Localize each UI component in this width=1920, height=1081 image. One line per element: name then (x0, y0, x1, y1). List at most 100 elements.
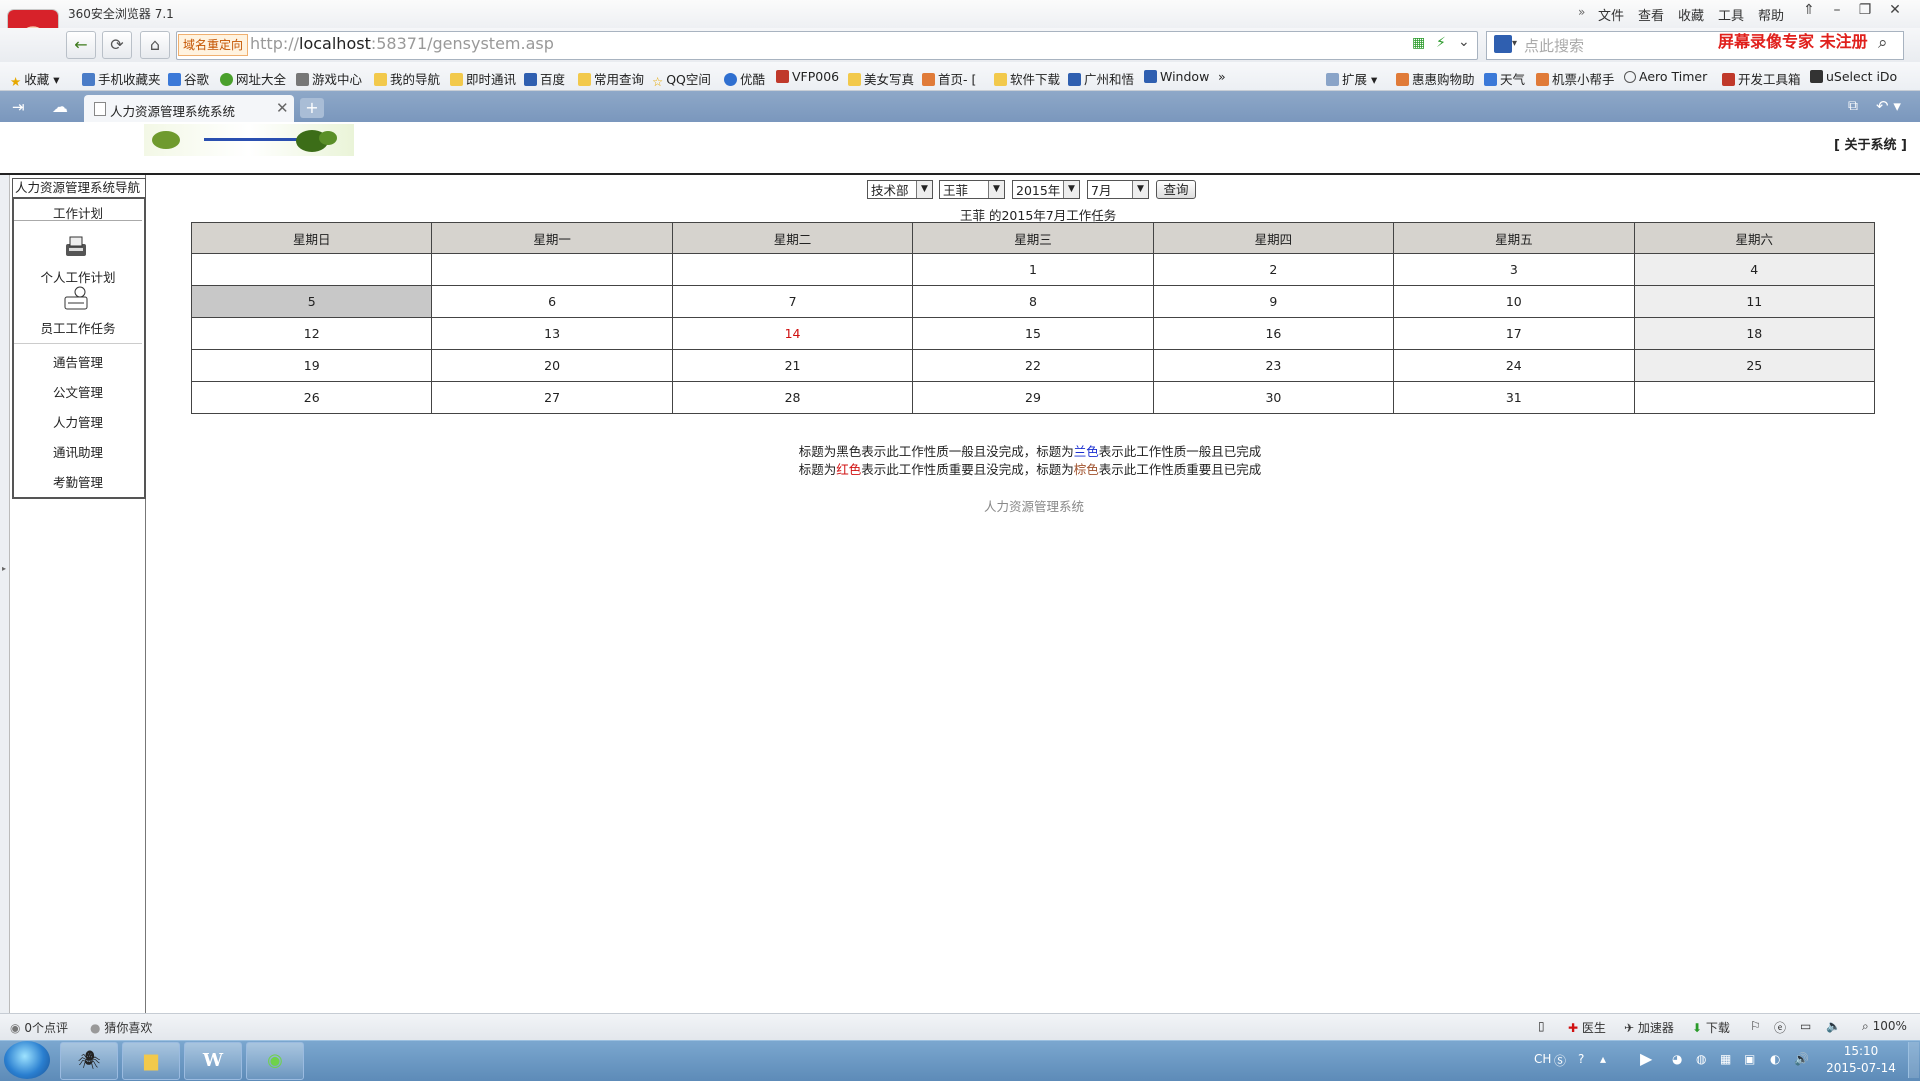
double-chevron-icon[interactable]: » (1578, 5, 1585, 19)
bookmark-youku[interactable]: 优酷 (724, 69, 765, 88)
bookmarks-overflow-icon[interactable]: » (1218, 69, 1226, 84)
calendar-day-cell[interactable]: 15 (912, 317, 1154, 350)
tab-list-icon[interactable]: ⧉ (1848, 98, 1858, 114)
employee-select[interactable]: 王菲 ▼ (939, 180, 1005, 199)
bookmark-devtools[interactable]: 开发工具箱 (1722, 69, 1801, 88)
flag-icon[interactable]: ⚐ (1750, 1019, 1761, 1033)
bookmark-home[interactable]: 首页- [ (922, 69, 976, 88)
bookmark-im[interactable]: 即时通讯 (450, 69, 516, 88)
calendar-day-cell[interactable]: 19 (190, 349, 433, 382)
nav-item-attendance[interactable]: 考勤管理 (14, 472, 142, 491)
staff-task-icon[interactable] (62, 286, 90, 312)
tray-360-icon[interactable]: ◍ (1696, 1052, 1706, 1066)
bookmark-baidu[interactable]: 百度 (524, 69, 565, 88)
zoom-status[interactable]: ⌕ 100% (1862, 1019, 1907, 1034)
bookmark-google[interactable]: 谷歌 (168, 69, 209, 88)
nav-item-hr[interactable]: 人力管理 (14, 412, 142, 431)
tray-play-icon[interactable]: ▶ (1640, 1049, 1652, 1068)
bookmark-my-nav[interactable]: 我的导航 (374, 69, 440, 88)
refresh-icon[interactable]: ⟳ (102, 31, 132, 59)
calendar-day-cell[interactable]: 11 (1633, 285, 1876, 318)
nav-item-notice[interactable]: 通告管理 (14, 352, 142, 371)
calendar-day-cell[interactable]: 16 (1152, 317, 1395, 350)
comments-status[interactable]: ◉ 0个点评 (10, 1019, 68, 1036)
bookmark-games[interactable]: 游戏中心 (296, 69, 362, 88)
tray-ime-icon[interactable]: Ⓢ (1554, 1052, 1566, 1069)
menu-tools[interactable]: 工具 (1718, 5, 1744, 24)
close-window-icon[interactable]: ✕ (1882, 2, 1908, 22)
personal-plan-icon[interactable] (62, 234, 90, 260)
system-clock[interactable]: 15:10 2015-07-14 (1822, 1043, 1900, 1077)
tray-network-icon[interactable]: ▦ (1720, 1052, 1731, 1066)
restore-icon[interactable]: ❐ (1852, 2, 1878, 22)
tray-expand-icon[interactable]: ▴ (1600, 1052, 1606, 1066)
doctor-status[interactable]: ✚ 医生 (1568, 1019, 1606, 1036)
calendar-day-cell[interactable]: 31 (1393, 381, 1635, 414)
calendar-day-cell[interactable]: 3 (1393, 253, 1635, 286)
calendar-day-cell[interactable]: 21 (671, 349, 914, 382)
month-select[interactable]: 7月 ▼ (1087, 180, 1149, 199)
bookmark-shopping[interactable]: 惠惠购物助 (1396, 69, 1475, 88)
bookmark-favorites[interactable]: ★ 收藏 ▾ (10, 69, 59, 89)
nav-item-personal-plan[interactable]: 个人工作计划 (14, 267, 142, 286)
calendar-day-cell[interactable]: 9 (1152, 285, 1395, 318)
bookmark-qzone[interactable]: ☆ QQ空间 (652, 69, 711, 89)
tray-volume-icon[interactable]: 🔊 (1794, 1052, 1809, 1066)
domain-redirect-tag[interactable]: 域名重定向 (178, 34, 249, 56)
calendar-day-cell[interactable]: 7 (671, 285, 914, 318)
menu-favorites[interactable]: 收藏 (1678, 5, 1704, 24)
search-icon[interactable]: ⌕ (1878, 33, 1888, 53)
volume-icon[interactable]: 🔈 (1826, 1019, 1841, 1033)
search-engine-icon[interactable] (1494, 35, 1512, 53)
tab-close-icon[interactable]: ✕ (276, 99, 289, 117)
tray-security-icon[interactable]: ◐ (1770, 1052, 1780, 1066)
calendar-day-cell[interactable]: 4 (1633, 253, 1876, 286)
calendar-day-cell[interactable]: 1 (912, 253, 1154, 286)
taskbar-360browser-icon[interactable]: ◉ (246, 1042, 304, 1080)
bookmark-weather[interactable]: 天气 (1484, 69, 1525, 88)
calendar-day-cell[interactable]: 23 (1152, 349, 1395, 382)
undo-close-icon[interactable]: ↶ ▾ (1876, 97, 1901, 115)
calendar-day-cell[interactable]: 26 (190, 381, 433, 414)
compat-mode-icon[interactable]: ▦ (1412, 35, 1425, 51)
menu-help[interactable]: 帮助 (1758, 5, 1784, 24)
calendar-day-cell[interactable]: 18 (1633, 317, 1876, 350)
recommend-status[interactable]: ● 猜你喜欢 (90, 1019, 152, 1036)
tray-help-icon[interactable]: ? (1578, 1052, 1584, 1066)
show-desktop-button[interactable] (1908, 1042, 1919, 1078)
calendar-day-cell[interactable]: 6 (431, 285, 673, 318)
calendar-day-cell[interactable]: 20 (431, 349, 673, 382)
calendar-day-cell[interactable]: 22 (912, 349, 1154, 382)
bookmark-photos[interactable]: 美女写真 (848, 69, 914, 88)
calendar-day-cell[interactable]: 28 (671, 381, 914, 414)
bookmark-extensions[interactable]: 扩展 ▾ (1326, 69, 1377, 88)
calendar-day-cell[interactable]: 14 (671, 317, 914, 350)
nav-item-staff-tasks[interactable]: 员工工作任务 (14, 318, 142, 337)
calendar-day-cell[interactable]: 27 (431, 381, 673, 414)
tray-qq-icon[interactable]: ◕ (1672, 1052, 1682, 1066)
address-dropdown-icon[interactable]: ⌄ (1458, 34, 1470, 50)
calendar-day-cell[interactable]: 29 (912, 381, 1154, 414)
skin-icon[interactable]: ⇑ (1796, 2, 1822, 22)
search-engine-dropdown-icon[interactable]: ▾ (1512, 38, 1517, 49)
new-tab-button[interactable]: + (300, 98, 324, 118)
accelerator-status[interactable]: ✈ 加速器 (1624, 1019, 1674, 1036)
nav-item-contacts[interactable]: 通讯助理 (14, 442, 142, 461)
calendar-day-cell[interactable]: 2 (1152, 253, 1395, 286)
department-select[interactable]: 技术部 ▼ (867, 180, 933, 199)
left-collapse-handle[interactable] (0, 175, 10, 1015)
start-button[interactable] (4, 1041, 50, 1079)
taskbar-explorer-icon[interactable]: ▆ (122, 1042, 180, 1080)
window-icon[interactable]: ▭ (1800, 1019, 1811, 1033)
calendar-day-cell[interactable]: 30 (1152, 381, 1395, 414)
bookmark-vfp006[interactable]: VFP006 (776, 69, 839, 84)
home-icon[interactable]: ⌂ (140, 31, 170, 59)
bookmark-aero-timer[interactable]: Aero Timer (1624, 69, 1707, 84)
calendar-day-cell[interactable]: 5 (190, 285, 433, 318)
minimize-icon[interactable]: – (1824, 2, 1850, 22)
collapse-arrow-icon[interactable]: ▸ (2, 564, 6, 573)
bookmark-software[interactable]: 软件下载 (994, 69, 1060, 88)
query-button[interactable]: 查询 (1156, 180, 1196, 199)
about-system-link[interactable]: [ 关于系统 ] (1834, 134, 1907, 153)
tab-title[interactable]: 人力资源管理系统系统 (110, 101, 235, 120)
